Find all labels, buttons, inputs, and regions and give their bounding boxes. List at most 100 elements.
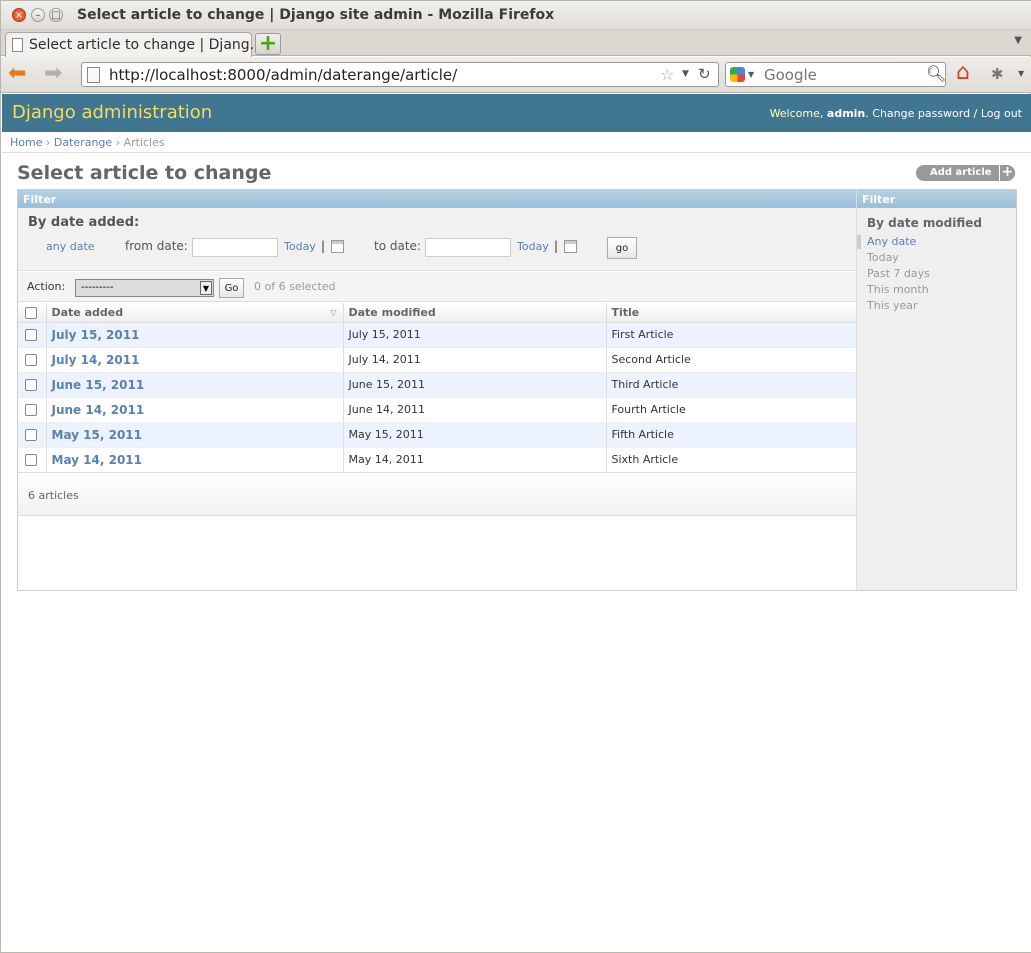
row-select-cell (18, 372, 46, 398)
minimize-window-button[interactable]: – (31, 8, 45, 22)
table-row: May 15, 2011 May 15, 2011 Fifth Article (18, 422, 856, 448)
calendar-icon[interactable] (331, 240, 344, 253)
date-modified-cell: May 14, 2011 (342, 447, 606, 473)
date-added-link[interactable]: July 15, 2011 (45, 322, 343, 348)
new-tab-button[interactable]: + (255, 33, 281, 55)
breadcrumb-separator: › (45, 136, 51, 149)
welcome-text: Welcome, (769, 107, 824, 120)
column-date-added[interactable]: Date added ▽ (45, 303, 343, 323)
date-modified-cell: July 14, 2011 (342, 347, 606, 373)
action-counter: 0 of 6 selected (254, 280, 336, 293)
tab-label: Select article to change | Djang… (29, 37, 264, 53)
site-identity-icon[interactable] (87, 67, 100, 83)
breadcrumb: Home › Daterange › Articles (2, 132, 1031, 153)
title-cell: Sixth Article (605, 447, 856, 473)
maximize-window-button[interactable]: □ (49, 8, 63, 22)
title-cell: Third Article (605, 372, 856, 398)
url-bar[interactable]: http://localhost:8000/admin/daterange/ar… (81, 62, 719, 87)
search-bar[interactable]: ▼ 🔍︎ (725, 62, 946, 87)
title-cell: First Article (605, 322, 856, 348)
from-date-input[interactable] (192, 238, 278, 257)
row-select-cell (18, 397, 46, 423)
row-checkbox[interactable] (25, 429, 37, 441)
date-added-link[interactable]: June 15, 2011 (45, 372, 343, 398)
table-header-row: Date added ▽ Date modified Title (18, 303, 856, 323)
date-added-link[interactable]: May 14, 2011 (45, 447, 343, 473)
google-icon[interactable] (730, 67, 745, 82)
filter-option-any-date[interactable]: Any date (867, 234, 930, 250)
home-icon[interactable]: ⌂ (956, 62, 970, 84)
browser-tab[interactable]: Select article to change | Djang… (5, 32, 264, 57)
search-input[interactable] (762, 65, 922, 84)
from-today-link[interactable]: Today (284, 240, 316, 253)
title-cell: Fourth Article (605, 397, 856, 423)
row-checkbox[interactable] (25, 329, 37, 341)
page-icon (12, 38, 23, 52)
column-title[interactable]: Title (605, 303, 856, 323)
row-checkbox[interactable] (25, 454, 37, 466)
date-added-link[interactable]: July 14, 2011 (45, 347, 343, 373)
date-filter-go-button[interactable]: go (607, 237, 637, 259)
url-text[interactable]: http://localhost:8000/admin/daterange/ar… (109, 66, 457, 84)
filter-option-this-month[interactable]: This month (867, 282, 930, 298)
admin-header: Django administration Welcome, admin. Ch… (2, 94, 1031, 132)
to-today-link[interactable]: Today (517, 240, 549, 253)
addon-dropdown-icon[interactable]: ▼ (1018, 69, 1024, 78)
date-added-link[interactable]: June 14, 2011 (45, 397, 343, 423)
row-checkbox[interactable] (25, 404, 37, 416)
search-engine-dropdown-icon[interactable]: ▼ (748, 70, 754, 79)
back-arrow-icon[interactable]: ⬅ (8, 63, 26, 85)
forward-arrow-icon[interactable]: ➡ (44, 63, 62, 85)
date-added-link[interactable]: May 15, 2011 (45, 422, 343, 448)
from-date-label: from date: (125, 239, 188, 253)
change-password-link[interactable]: Change password (872, 107, 970, 120)
site-branding[interactable]: Django administration (12, 102, 212, 123)
to-date-input[interactable] (425, 238, 511, 257)
breadcrumb-home[interactable]: Home (10, 136, 42, 149)
user-tools-separator: / (973, 107, 978, 120)
any-date-link[interactable]: any date (46, 240, 95, 253)
column-label: Title (611, 305, 640, 319)
username: admin (826, 107, 866, 120)
navigation-bar: ⬅ ➡ http://localhost:8000/admin/daterang… (1, 57, 1031, 93)
user-tools: Welcome, admin. Change password / Log ou… (769, 107, 1022, 120)
breadcrumb-daterange[interactable]: Daterange (54, 136, 112, 149)
row-checkbox[interactable] (25, 379, 37, 391)
date-modified-cell: June 14, 2011 (342, 397, 606, 423)
select-all-checkbox[interactable] (25, 306, 37, 319)
row-checkbox[interactable] (25, 354, 37, 366)
selected-marker (857, 235, 861, 249)
calendar-icon[interactable] (564, 240, 577, 253)
table-row: June 14, 2011 June 14, 2011 Fourth Artic… (18, 397, 856, 423)
reload-icon[interactable]: ↻ (698, 65, 711, 83)
url-history-dropdown-icon[interactable]: ▼ (682, 69, 689, 79)
addon-icon[interactable]: ✱ (991, 65, 1004, 83)
tab-list-icon[interactable]: ▼ (1014, 35, 1022, 46)
from-separator: | (321, 239, 326, 253)
filter-option-past-7-days[interactable]: Past 7 days (867, 266, 930, 282)
table-row: July 15, 2011 July 15, 2011 First Articl… (18, 322, 856, 348)
select-all-header (18, 303, 46, 323)
sort-desc-icon[interactable]: ▽ (330, 308, 336, 317)
filter-option-today[interactable]: Today (867, 250, 930, 266)
breadcrumb-separator: › (115, 136, 121, 149)
filter-option-this-year[interactable]: This year (867, 298, 930, 314)
bookmark-star-icon[interactable]: ☆ (660, 65, 674, 84)
title-cell: Second Article (605, 347, 856, 373)
action-go-button[interactable]: Go (219, 278, 244, 298)
action-select[interactable]: --------- ▼ (75, 279, 214, 297)
actions-bar: Action: --------- ▼ Go 0 of 6 selected (18, 272, 856, 302)
page-content: Django administration Welcome, admin. Ch… (2, 94, 1031, 952)
tab-bar: Select article to change | Djang… + ▼ (1, 30, 1031, 57)
add-article-label: Add article (930, 167, 992, 178)
table-row: May 14, 2011 May 14, 2011 Sixth Article (18, 447, 856, 473)
logout-link[interactable]: Log out (981, 107, 1022, 120)
add-article-button[interactable]: Add article + (916, 165, 1015, 181)
close-window-button[interactable]: × (12, 8, 26, 22)
magnifier-icon[interactable]: 🔍︎ (926, 64, 946, 83)
chevron-down-icon: ▼ (200, 281, 212, 295)
breadcrumb-articles: Articles (123, 136, 165, 149)
column-date-modified[interactable]: Date modified (342, 303, 606, 323)
table-row: July 14, 2011 July 14, 2011 Second Artic… (18, 347, 856, 373)
paginator: 6 articles (18, 472, 856, 516)
